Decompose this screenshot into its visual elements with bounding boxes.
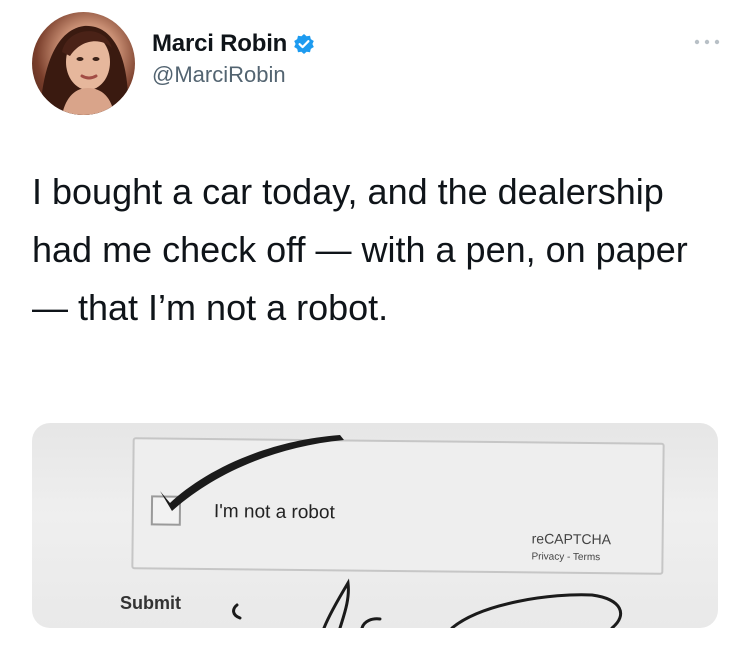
tweet: Marci Robin @MarciRobin I bought a car t… [0, 0, 750, 651]
pen-marks [160, 435, 623, 628]
avatar[interactable] [32, 12, 135, 115]
user-handle[interactable]: @MarciRobin [152, 62, 315, 88]
tweet-text: I bought a car today, and the dealership… [32, 171, 688, 328]
display-name-row: Marci Robin [152, 30, 315, 58]
more-options-icon[interactable] [692, 34, 722, 45]
pen-checkmark-icon [160, 435, 344, 511]
author-block: Marci Robin @MarciRobin [152, 30, 315, 88]
pen-signature [232, 578, 623, 628]
display-name[interactable]: Marci Robin [152, 30, 287, 58]
avatar-portrait [40, 25, 129, 115]
tweet-media-image[interactable]: I'm not a robot reCAPTCHA Privacy - Term… [32, 423, 718, 628]
verified-badge-icon [293, 33, 315, 55]
